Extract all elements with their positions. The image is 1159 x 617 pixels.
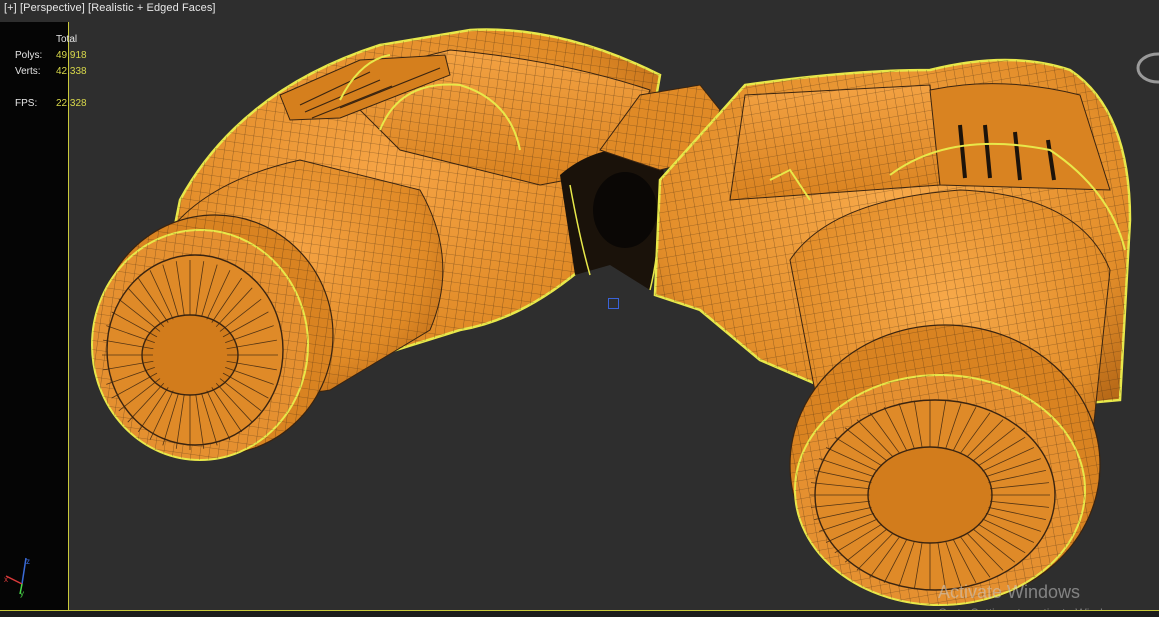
polys-label: Polys: bbox=[15, 50, 43, 61]
verts-label: Verts: bbox=[15, 66, 41, 77]
viewport-view-menu[interactable]: [Perspective] bbox=[20, 2, 85, 14]
svg-text:x: x bbox=[4, 575, 8, 584]
stats-header: Total bbox=[56, 34, 78, 45]
fps-label: FPS: bbox=[15, 98, 38, 109]
viewport-label[interactable]: [+] [Perspective] [Realistic + Edged Fac… bbox=[4, 2, 216, 14]
verts-value: 42,338 bbox=[56, 66, 87, 77]
right-barrel[interactable] bbox=[653, 58, 1132, 606]
viewcube-icon[interactable] bbox=[1136, 38, 1159, 86]
viewport-menu-plus[interactable]: [+] bbox=[4, 2, 17, 14]
axis-gizmo-icon: z x y bbox=[4, 557, 30, 598]
status-bar-edge bbox=[0, 611, 1159, 617]
svg-text:y: y bbox=[20, 589, 24, 598]
perspective-viewport[interactable]: [+] [Perspective] [Realistic + Edged Fac… bbox=[0, 0, 1159, 617]
polys-value: 49,918 bbox=[56, 50, 87, 61]
binoculars-model[interactable] bbox=[0, 0, 1159, 617]
fps-value: 22.328 bbox=[56, 98, 87, 109]
activate-windows-title: Activate Windows bbox=[938, 582, 1081, 602]
svg-text:z: z bbox=[26, 557, 30, 566]
viewport-shading-menu[interactable]: [Realistic + Edged Faces] bbox=[88, 2, 216, 14]
pivot-marker-icon bbox=[608, 298, 619, 309]
